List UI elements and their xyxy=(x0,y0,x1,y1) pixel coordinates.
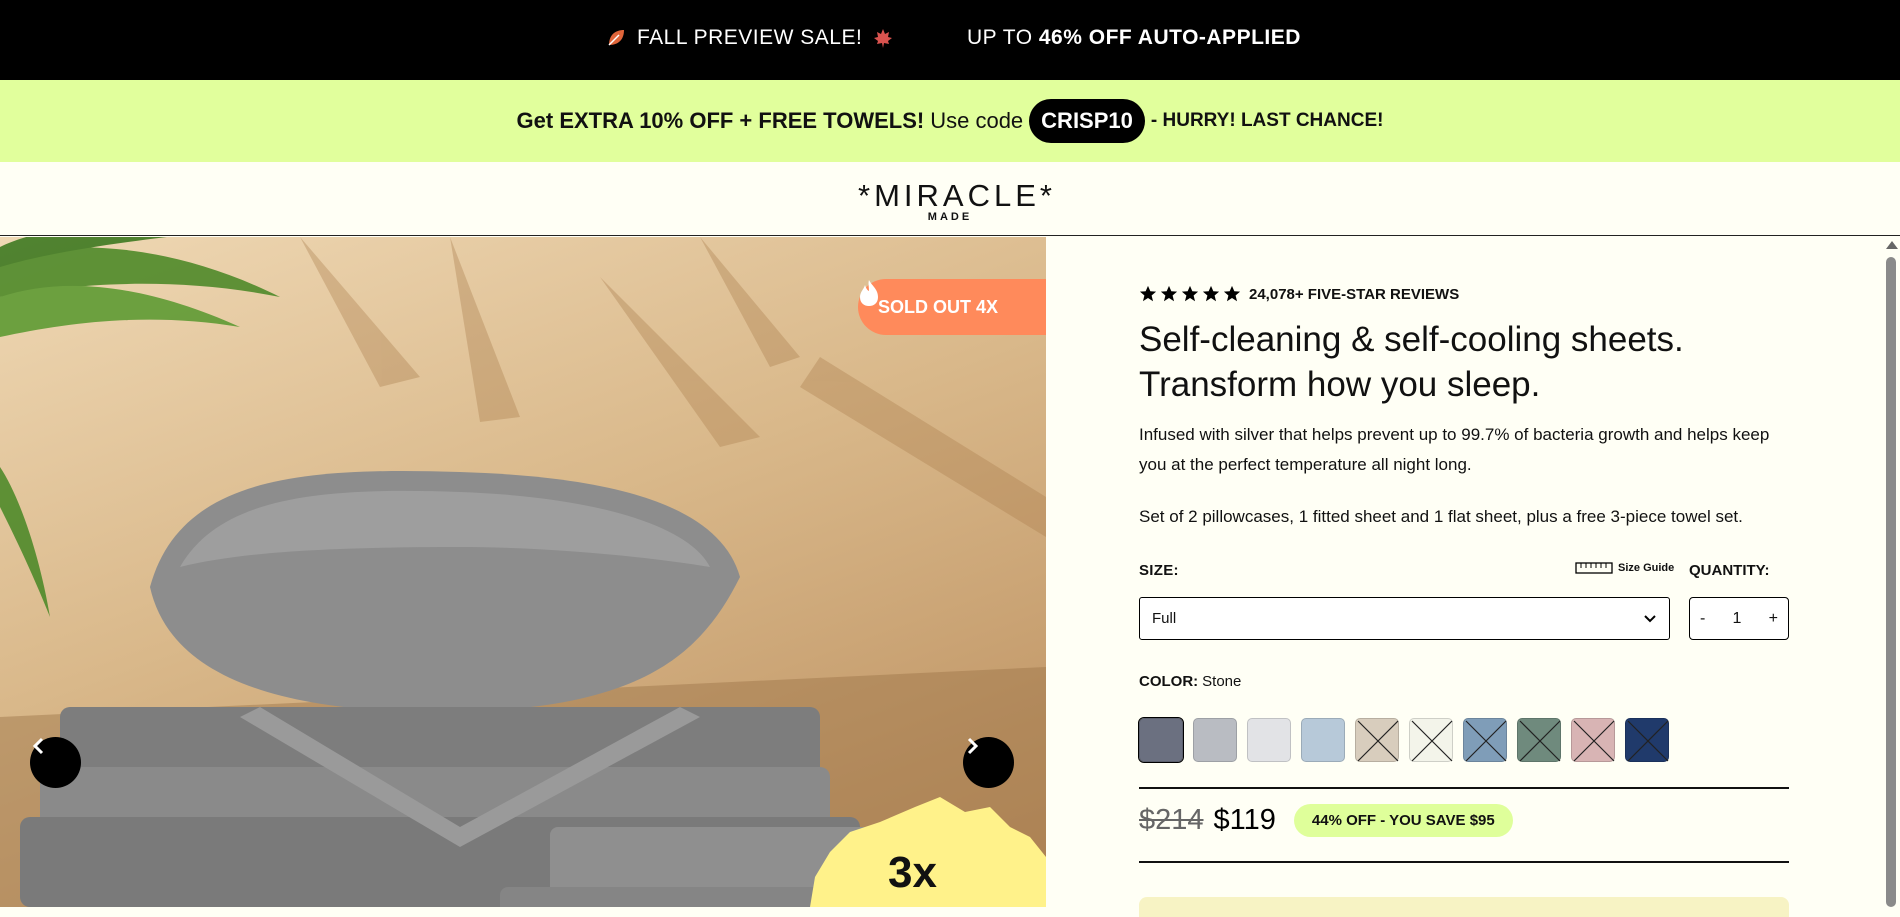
color-swatch[interactable] xyxy=(1247,718,1291,762)
quantity-label: QUANTITY: xyxy=(1689,562,1770,579)
product-image: 3x xyxy=(0,237,1046,907)
color-label-text: COLOR: xyxy=(1139,673,1199,690)
product-image-gallery[interactable]: 3x SOLD OUT 4X xyxy=(0,237,1046,907)
sale-price: $119 xyxy=(1213,804,1276,836)
color-swatch[interactable] xyxy=(1625,718,1669,762)
savings-badge: 44% OFF - YOU SAVE $95 xyxy=(1293,804,1513,837)
size-select[interactable]: Full xyxy=(1139,597,1670,640)
unavailable-cross-icon xyxy=(1519,720,1561,762)
product-title: Self-cleaning & self-cooling sheets. Tra… xyxy=(1139,317,1789,407)
unavailable-cross-icon xyxy=(1357,720,1399,762)
product-description: Infused with silver that helps prevent u… xyxy=(1139,425,1770,474)
promo-use-code: Use code xyxy=(930,108,1024,133)
ruler-icon xyxy=(1575,562,1613,574)
color-swatches xyxy=(1138,717,1669,763)
chevron-down-icon xyxy=(1644,614,1656,622)
brand-name: *MIRACLE* xyxy=(858,178,1056,213)
scrollbar-thumb[interactable] xyxy=(1886,257,1896,907)
quantity-stepper[interactable]: - 1 + xyxy=(1689,597,1789,640)
sale-announcement: FALL PREVIEW SALE! xyxy=(605,26,894,50)
star-rating xyxy=(1139,285,1241,303)
gallery-prev-button[interactable] xyxy=(30,737,81,788)
flame-icon xyxy=(860,280,878,306)
product-title-line1: Self-cleaning & self-cooling sheets. xyxy=(1139,320,1684,359)
sold-out-text: SOLD OUT 4X xyxy=(878,296,999,317)
star-icon xyxy=(1223,285,1241,302)
maple-leaf-icon xyxy=(874,29,893,48)
color-swatch[interactable] xyxy=(1138,717,1184,763)
star-icon xyxy=(1202,285,1220,302)
color-swatch[interactable] xyxy=(1193,718,1237,762)
color-label: COLOR: Stone xyxy=(1139,673,1241,690)
star-icon xyxy=(1160,285,1178,302)
unavailable-cross-icon xyxy=(1411,720,1453,762)
scroll-up-arrow-icon[interactable] xyxy=(1886,241,1898,249)
site-header: *MIRACLE* MADE xyxy=(0,162,1900,236)
offer-banner xyxy=(1139,897,1789,917)
promo-code-badge: CRISP10 xyxy=(1029,99,1145,143)
size-guide-link[interactable]: Size Guide xyxy=(1575,562,1674,574)
promo-urgency: - HURRY! LAST CHANCE! xyxy=(1150,110,1384,131)
color-swatch[interactable] xyxy=(1571,718,1615,762)
chevron-right-icon xyxy=(967,737,979,755)
divider xyxy=(1139,861,1789,863)
sold-out-badge: SOLD OUT 4X xyxy=(858,279,1046,335)
star-icon xyxy=(1181,285,1199,302)
announcement-bar: FALL PREVIEW SALE! UP TO 46% OFF AUTO-AP… xyxy=(0,0,1900,80)
price-row: $214 $119 44% OFF - YOU SAVE $95 xyxy=(1139,804,1513,837)
color-swatch[interactable] xyxy=(1355,718,1399,762)
gallery-next-button[interactable] xyxy=(963,737,1014,788)
reviews-count: 24,078+ FIVE-STAR REVIEWS xyxy=(1249,285,1460,303)
quantity-value[interactable]: 1 xyxy=(1733,610,1742,628)
promo-bar: Get EXTRA 10% OFF + FREE TOWELS! Use cod… xyxy=(0,80,1900,162)
discount-text: 46% OFF AUTO-APPLIED xyxy=(1038,26,1301,49)
divider xyxy=(1139,787,1789,789)
color-swatch[interactable] xyxy=(1409,718,1453,762)
promo-offer: Get EXTRA 10% OFF + FREE TOWELS! xyxy=(516,108,925,133)
page-scrollbar[interactable] xyxy=(1882,237,1900,907)
discount-announcement: UP TO 46% OFF AUTO-APPLIED xyxy=(967,26,1301,50)
color-swatch[interactable] xyxy=(1301,718,1345,762)
up-to-text: UP TO xyxy=(967,26,1033,49)
color-swatch[interactable] xyxy=(1463,718,1507,762)
color-swatch[interactable] xyxy=(1517,718,1561,762)
leaf-icon xyxy=(608,30,624,46)
color-selected-value: Stone xyxy=(1202,673,1242,690)
star-icon xyxy=(1139,285,1157,302)
size-label: SIZE: xyxy=(1139,562,1179,579)
unavailable-cross-icon xyxy=(1627,720,1669,762)
quantity-decrease-button[interactable]: - xyxy=(1700,610,1705,628)
sticker-text: 3x xyxy=(888,848,937,897)
unavailable-cross-icon xyxy=(1465,720,1507,762)
size-selected-value: Full xyxy=(1152,610,1177,627)
chevron-left-icon xyxy=(32,737,44,755)
product-title-line2: Transform how you sleep. xyxy=(1139,365,1541,404)
sale-text: FALL PREVIEW SALE! xyxy=(637,26,863,49)
original-price: $214 xyxy=(1139,804,1204,836)
brand-logo[interactable]: *MIRACLE* MADE xyxy=(858,178,1056,223)
size-guide-text: Size Guide xyxy=(1618,562,1675,574)
reviews-summary[interactable]: 24,078+ FIVE-STAR REVIEWS xyxy=(1139,285,1459,303)
product-set-contents: Set of 2 pillowcases, 1 fitted sheet and… xyxy=(1139,507,1743,526)
unavailable-cross-icon xyxy=(1573,720,1615,762)
quantity-increase-button[interactable]: + xyxy=(1769,610,1778,628)
